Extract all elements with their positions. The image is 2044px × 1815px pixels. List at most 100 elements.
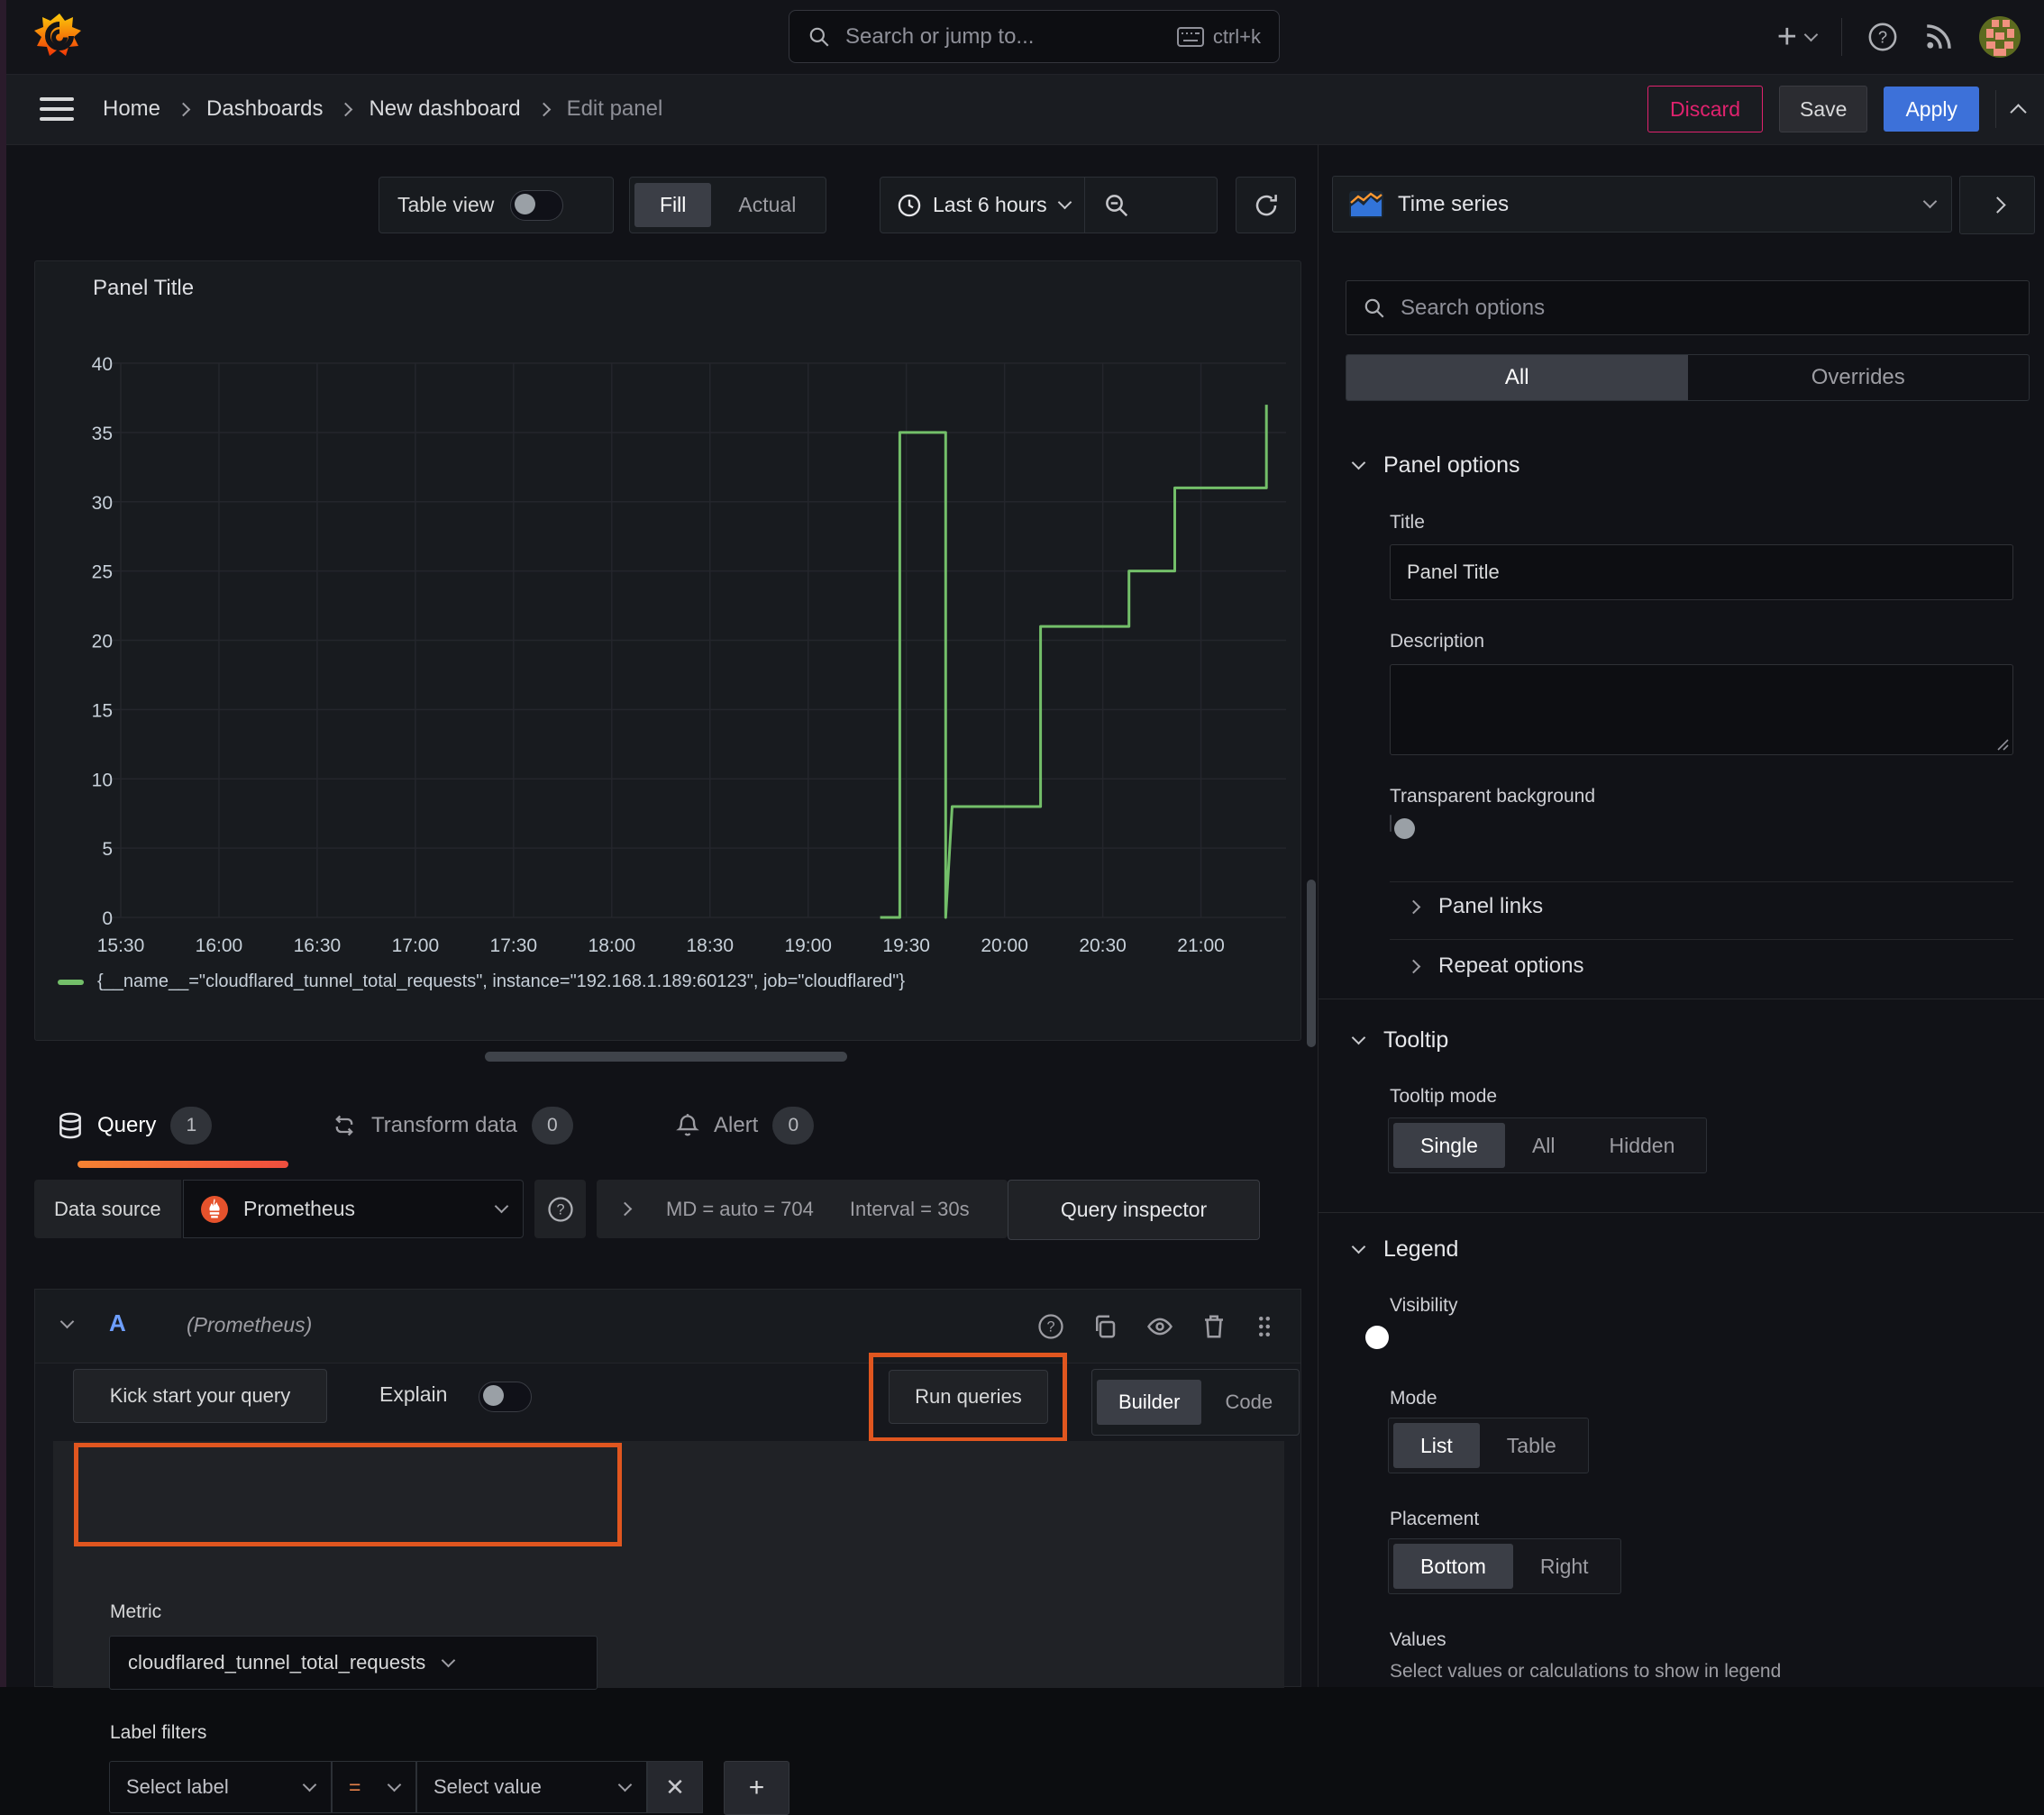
database-icon (59, 1112, 81, 1139)
legend-placement-bottom[interactable]: Bottom (1393, 1544, 1513, 1589)
actual-option[interactable]: Actual (713, 183, 821, 227)
tab-query[interactable]: Query 1 (58, 1086, 288, 1168)
panel-title-input[interactable]: Panel Title (1390, 544, 2013, 600)
transparent-bg-toggle[interactable] (1390, 815, 1415, 839)
legend-mode-table[interactable]: Table (1480, 1423, 1583, 1468)
visualization-picker[interactable]: Time series (1332, 176, 1952, 233)
chevron-down-icon (302, 1777, 317, 1792)
divider (1995, 90, 1996, 128)
active-tab-underline (78, 1161, 288, 1168)
toggle-viz-picker-button[interactable] (1959, 176, 2035, 234)
drag-handle-icon[interactable] (1254, 1313, 1275, 1340)
section-divider (1319, 1212, 2044, 1213)
bell-icon (676, 1114, 699, 1136)
resize-handle-icon[interactable] (1994, 736, 2009, 751)
scrollbar-thumb[interactable] (1307, 880, 1316, 1047)
refresh-button[interactable] (1236, 177, 1296, 233)
select-label-dropdown[interactable]: Select label (109, 1761, 332, 1813)
tooltip-mode-switch: Single All Hidden (1388, 1117, 1708, 1173)
options-tab-overrides[interactable]: Overrides (1688, 355, 2030, 400)
code-option[interactable]: Code (1203, 1380, 1294, 1425)
trash-icon[interactable] (1201, 1313, 1227, 1340)
breadcrumb-dashboards[interactable]: Dashboards (206, 96, 323, 122)
repeat-options-section[interactable]: Repeat options (1406, 953, 1583, 979)
panel-links-section[interactable]: Panel links (1406, 894, 1543, 919)
svg-text:16:00: 16:00 (196, 935, 243, 956)
help-icon[interactable]: ? (1037, 1313, 1064, 1340)
svg-text:17:00: 17:00 (392, 935, 440, 956)
panel-actions: Discard Save Apply (1647, 74, 2027, 144)
table-view-toggle[interactable] (510, 189, 564, 221)
search-icon (809, 27, 829, 47)
tooltip-mode-all[interactable]: All (1505, 1123, 1583, 1168)
apply-button[interactable]: Apply (1884, 87, 1979, 132)
remove-filter-button[interactable]: ✕ (647, 1761, 703, 1813)
add-filter-button[interactable]: + (724, 1761, 789, 1815)
options-tab-all[interactable]: All (1346, 355, 1688, 400)
time-range-label: Last 6 hours (933, 193, 1047, 216)
datasource-picker[interactable]: Prometheus (183, 1180, 524, 1238)
close-icon: ✕ (665, 1773, 685, 1801)
search-shortcut: ctrl+k (1176, 25, 1261, 49)
select-value-dropdown[interactable]: Select value (416, 1761, 647, 1813)
svg-text:17:30: 17:30 (490, 935, 538, 956)
visibility-label: Visibility (1390, 1295, 1458, 1316)
legend-placement-label: Placement (1390, 1509, 1480, 1529)
metric-select[interactable]: cloudflared_tunnel_total_requests (109, 1636, 598, 1690)
breadcrumb-home[interactable]: Home (103, 96, 160, 122)
query-row-header[interactable]: A (Prometheus) ? (35, 1290, 1300, 1364)
time-series-chart[interactable]: 0 5 10 15 20 25 30 35 40 15:30 16:00 16:30 17:00 17:3… (35, 261, 1300, 1040)
datasource-help-button[interactable]: ? (534, 1180, 586, 1238)
new-button[interactable]: + (1777, 20, 1819, 54)
query-row-actions: ? (1037, 1290, 1275, 1364)
panel-resize-handle[interactable] (485, 1052, 847, 1062)
legend-series-name[interactable]: {__name__="cloudflared_tunnel_total_requ… (97, 971, 905, 992)
copy-icon[interactable] (1091, 1313, 1118, 1340)
legend-mode-list[interactable]: List (1393, 1423, 1480, 1468)
options-search[interactable]: Search options (1346, 280, 2030, 335)
time-range-picker[interactable]: Last 6 hours (880, 177, 1218, 233)
panel-options-header[interactable]: Panel options (1351, 452, 1520, 479)
query-options-summary[interactable]: MD = auto = 704 Interval = 30s (597, 1180, 1008, 1238)
tooltip-mode-single[interactable]: Single (1393, 1123, 1505, 1168)
builder-option[interactable]: Builder (1097, 1380, 1202, 1425)
window-edge (0, 0, 6, 1687)
breadcrumb-new-dashboard[interactable]: New dashboard (369, 96, 520, 122)
help-icon[interactable]: ? (1867, 22, 1898, 52)
chevron-down-icon (494, 1199, 509, 1214)
svg-text:20: 20 (92, 632, 113, 652)
eye-icon[interactable] (1145, 1313, 1174, 1340)
legend-header[interactable]: Legend (1351, 1236, 1458, 1263)
zoom-out-button[interactable] (1085, 192, 1148, 219)
title-label: Title (1390, 512, 1425, 533)
menu-toggle[interactable] (40, 92, 74, 126)
tab-transform-badge: 0 (531, 1107, 573, 1145)
legend-swatch[interactable] (58, 979, 84, 985)
prometheus-icon (201, 1195, 228, 1223)
chevron-right-icon (176, 102, 191, 116)
query-inspector-button[interactable]: Query inspector (1008, 1180, 1260, 1240)
tab-transform[interactable]: Transform data 0 (332, 1086, 573, 1165)
rss-icon[interactable] (1923, 22, 1954, 52)
query-datasource-hint: (Prometheus) (187, 1313, 313, 1336)
avatar[interactable] (1979, 16, 2021, 58)
operator-dropdown[interactable]: = (332, 1761, 416, 1813)
tab-alert[interactable]: Alert 0 (676, 1086, 815, 1165)
global-search[interactable]: Search or jump to... ctrl+k (789, 10, 1280, 63)
explain-toggle[interactable] (479, 1382, 532, 1412)
legend-placement-right[interactable]: Right (1513, 1544, 1616, 1589)
grafana-logo[interactable] (34, 12, 85, 62)
kickstart-button[interactable]: Kick start your query (73, 1369, 327, 1423)
chevron-down-icon (441, 1653, 456, 1667)
tooltip-header[interactable]: Tooltip (1351, 1027, 1448, 1053)
discard-button[interactable]: Discard (1647, 86, 1764, 132)
table-view-control: Table view (379, 177, 614, 233)
description-textarea[interactable] (1390, 664, 2013, 755)
svg-text:?: ? (1878, 27, 1887, 46)
save-button[interactable]: Save (1779, 86, 1868, 132)
fill-option[interactable]: Fill (634, 183, 712, 227)
collapse-options-icon[interactable] (2010, 103, 2027, 121)
plus-icon: + (748, 1773, 765, 1802)
tooltip-mode-hidden[interactable]: Hidden (1583, 1123, 1702, 1168)
chevron-down-icon (387, 1777, 402, 1792)
